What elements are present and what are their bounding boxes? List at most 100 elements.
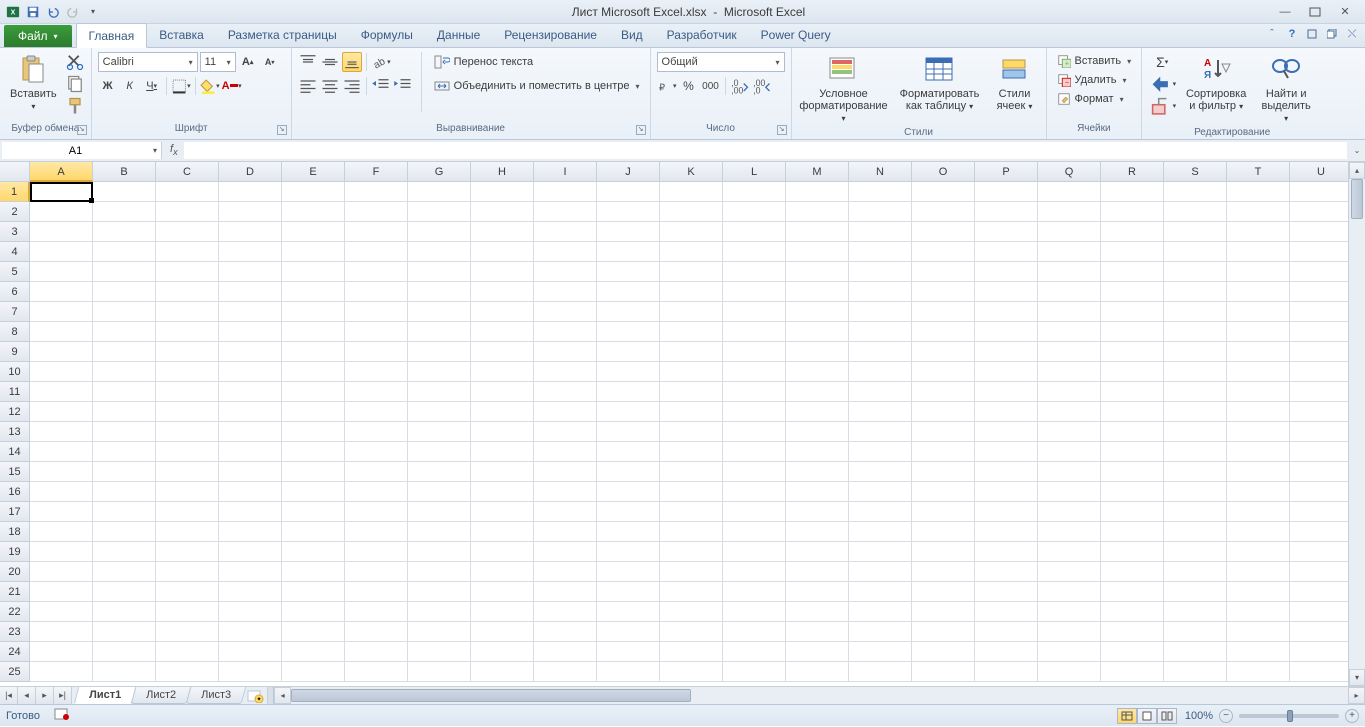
cell-C17[interactable] (156, 502, 219, 522)
cell-P22[interactable] (975, 602, 1038, 622)
cell-R9[interactable] (1101, 342, 1164, 362)
cell-O23[interactable] (912, 622, 975, 642)
cell-H11[interactable] (471, 382, 534, 402)
cell-K11[interactable] (660, 382, 723, 402)
cell-Q8[interactable] (1038, 322, 1101, 342)
cell-B20[interactable] (93, 562, 156, 582)
cell-Q13[interactable] (1038, 422, 1101, 442)
cell-E17[interactable] (282, 502, 345, 522)
cell-J3[interactable] (597, 222, 660, 242)
cell-M16[interactable] (786, 482, 849, 502)
row-header-14[interactable]: 14 (0, 442, 30, 462)
cell-Q2[interactable] (1038, 202, 1101, 222)
cell-B7[interactable] (93, 302, 156, 322)
formula-expand-icon[interactable]: ⌄ (1349, 140, 1365, 161)
cell-J11[interactable] (597, 382, 660, 402)
cell-M19[interactable] (786, 542, 849, 562)
cell-O15[interactable] (912, 462, 975, 482)
cell-S5[interactable] (1164, 262, 1227, 282)
cell-M17[interactable] (786, 502, 849, 522)
font-color-icon[interactable]: A▾ (222, 76, 242, 96)
cell-E9[interactable] (282, 342, 345, 362)
cell-I7[interactable] (534, 302, 597, 322)
cell-S15[interactable] (1164, 462, 1227, 482)
cell-D21[interactable] (219, 582, 282, 602)
cell-Q20[interactable] (1038, 562, 1101, 582)
cell-M14[interactable] (786, 442, 849, 462)
row-header-3[interactable]: 3 (0, 222, 30, 242)
col-header-E[interactable]: E (282, 162, 345, 182)
cell-B8[interactable] (93, 322, 156, 342)
cell-E21[interactable] (282, 582, 345, 602)
cell-R10[interactable] (1101, 362, 1164, 382)
cell-O25[interactable] (912, 662, 975, 682)
cell-C10[interactable] (156, 362, 219, 382)
cell-J21[interactable] (597, 582, 660, 602)
select-all-corner[interactable] (0, 162, 30, 182)
col-header-G[interactable]: G (408, 162, 471, 182)
cell-A17[interactable] (30, 502, 93, 522)
cell-P7[interactable] (975, 302, 1038, 322)
cell-F17[interactable] (345, 502, 408, 522)
sheet-tab-1[interactable]: Лист2 (131, 687, 192, 704)
cell-R5[interactable] (1101, 262, 1164, 282)
cell-H19[interactable] (471, 542, 534, 562)
cell-O19[interactable] (912, 542, 975, 562)
cell-U2[interactable] (1290, 202, 1353, 222)
cell-R24[interactable] (1101, 642, 1164, 662)
cell-D17[interactable] (219, 502, 282, 522)
cell-H6[interactable] (471, 282, 534, 302)
row-header-21[interactable]: 21 (0, 582, 30, 602)
cell-M3[interactable] (786, 222, 849, 242)
cell-I18[interactable] (534, 522, 597, 542)
cell-Q11[interactable] (1038, 382, 1101, 402)
restore-window-icon[interactable] (1305, 27, 1319, 41)
cell-A11[interactable] (30, 382, 93, 402)
cell-Q25[interactable] (1038, 662, 1101, 682)
cell-P10[interactable] (975, 362, 1038, 382)
cell-E13[interactable] (282, 422, 345, 442)
save-icon[interactable] (24, 3, 42, 21)
cell-P12[interactable] (975, 402, 1038, 422)
cell-N21[interactable] (849, 582, 912, 602)
cell-S13[interactable] (1164, 422, 1227, 442)
cell-I4[interactable] (534, 242, 597, 262)
cell-H22[interactable] (471, 602, 534, 622)
orientation-icon[interactable]: ab▾ (371, 52, 391, 72)
cell-S14[interactable] (1164, 442, 1227, 462)
format-painter-icon[interactable] (65, 96, 85, 116)
cell-D15[interactable] (219, 462, 282, 482)
cell-G12[interactable] (408, 402, 471, 422)
cell-O16[interactable] (912, 482, 975, 502)
cell-P5[interactable] (975, 262, 1038, 282)
cell-P15[interactable] (975, 462, 1038, 482)
cell-N15[interactable] (849, 462, 912, 482)
font-launcher-icon[interactable]: ↘ (277, 125, 287, 135)
cell-C18[interactable] (156, 522, 219, 542)
cell-G23[interactable] (408, 622, 471, 642)
cell-F3[interactable] (345, 222, 408, 242)
cell-R23[interactable] (1101, 622, 1164, 642)
cell-T17[interactable] (1227, 502, 1290, 522)
col-header-R[interactable]: R (1101, 162, 1164, 182)
cell-A18[interactable] (30, 522, 93, 542)
cell-C19[interactable] (156, 542, 219, 562)
cell-E5[interactable] (282, 262, 345, 282)
cell-A14[interactable] (30, 442, 93, 462)
cell-P19[interactable] (975, 542, 1038, 562)
ribbon-tab-5[interactable]: Рецензирование (492, 23, 609, 47)
cell-M5[interactable] (786, 262, 849, 282)
row-header-7[interactable]: 7 (0, 302, 30, 322)
col-header-S[interactable]: S (1164, 162, 1227, 182)
cell-U12[interactable] (1290, 402, 1353, 422)
cell-R21[interactable] (1101, 582, 1164, 602)
cell-P4[interactable] (975, 242, 1038, 262)
cell-D13[interactable] (219, 422, 282, 442)
cell-I23[interactable] (534, 622, 597, 642)
horizontal-scrollbar[interactable]: ◂ ▸ (274, 687, 1365, 704)
cell-M20[interactable] (786, 562, 849, 582)
cell-A16[interactable] (30, 482, 93, 502)
ribbon-tab-3[interactable]: Формулы (349, 23, 425, 47)
cell-O20[interactable] (912, 562, 975, 582)
cell-T14[interactable] (1227, 442, 1290, 462)
